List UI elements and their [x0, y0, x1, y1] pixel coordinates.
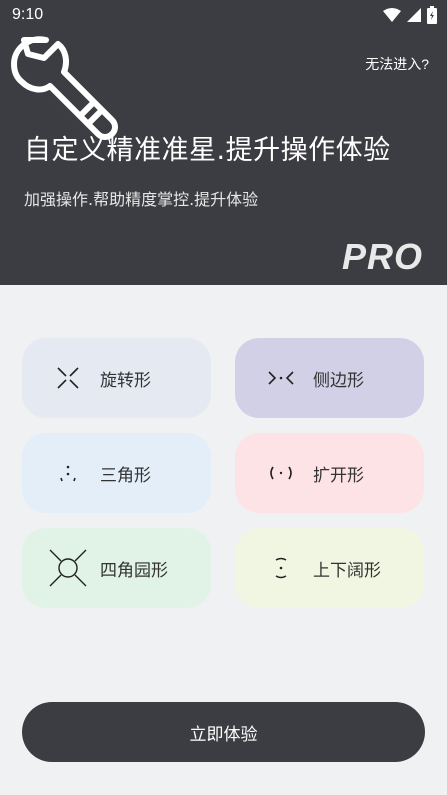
- mode-card-four-corner-circle[interactable]: 四角园形: [22, 528, 211, 608]
- wifi-icon: [383, 8, 401, 22]
- triangle-crosshair-icon: [48, 453, 88, 493]
- expand-crosshair-icon: [261, 453, 301, 493]
- rotate-crosshair-icon: [48, 358, 88, 398]
- header: 9:10 无法进入? 自定义精准准星.提升操作体验 加强操作.帮助精度掌控.提升…: [0, 0, 447, 285]
- mode-card-expand[interactable]: 扩开形: [235, 433, 424, 513]
- mode-card-rotate[interactable]: 旋转形: [22, 338, 211, 418]
- mode-card-vertical-wide[interactable]: 上下阔形: [235, 528, 424, 608]
- try-now-button[interactable]: 立即体验: [22, 702, 425, 762]
- battery-icon: [427, 6, 437, 24]
- mode-label: 旋转形: [100, 370, 151, 391]
- mode-card-triangle[interactable]: 三角形: [22, 433, 211, 513]
- mode-label: 上下阔形: [313, 560, 381, 581]
- mode-label: 侧边形: [313, 370, 364, 391]
- mode-card-side[interactable]: 侧边形: [235, 338, 424, 418]
- mode-label: 四角园形: [100, 560, 168, 581]
- cannot-enter-link[interactable]: 无法进入?: [365, 54, 429, 74]
- pro-badge: PRO: [341, 236, 423, 277]
- mode-label: 扩开形: [313, 465, 364, 486]
- status-bar: 9:10: [0, 0, 447, 30]
- hero-subtitle: 加强操作.帮助精度掌控.提升体验: [24, 190, 259, 209]
- vertical-wide-crosshair-icon: [261, 548, 301, 588]
- side-crosshair-icon: [261, 358, 301, 398]
- mode-label: 三角形: [100, 465, 151, 486]
- four-corner-circle-icon: [48, 548, 88, 588]
- status-time: 9:10: [12, 6, 44, 23]
- hero-title: 自定义精准准星.提升操作体验: [24, 135, 391, 166]
- status-icons: [383, 6, 437, 24]
- cellular-signal-icon: [407, 8, 421, 22]
